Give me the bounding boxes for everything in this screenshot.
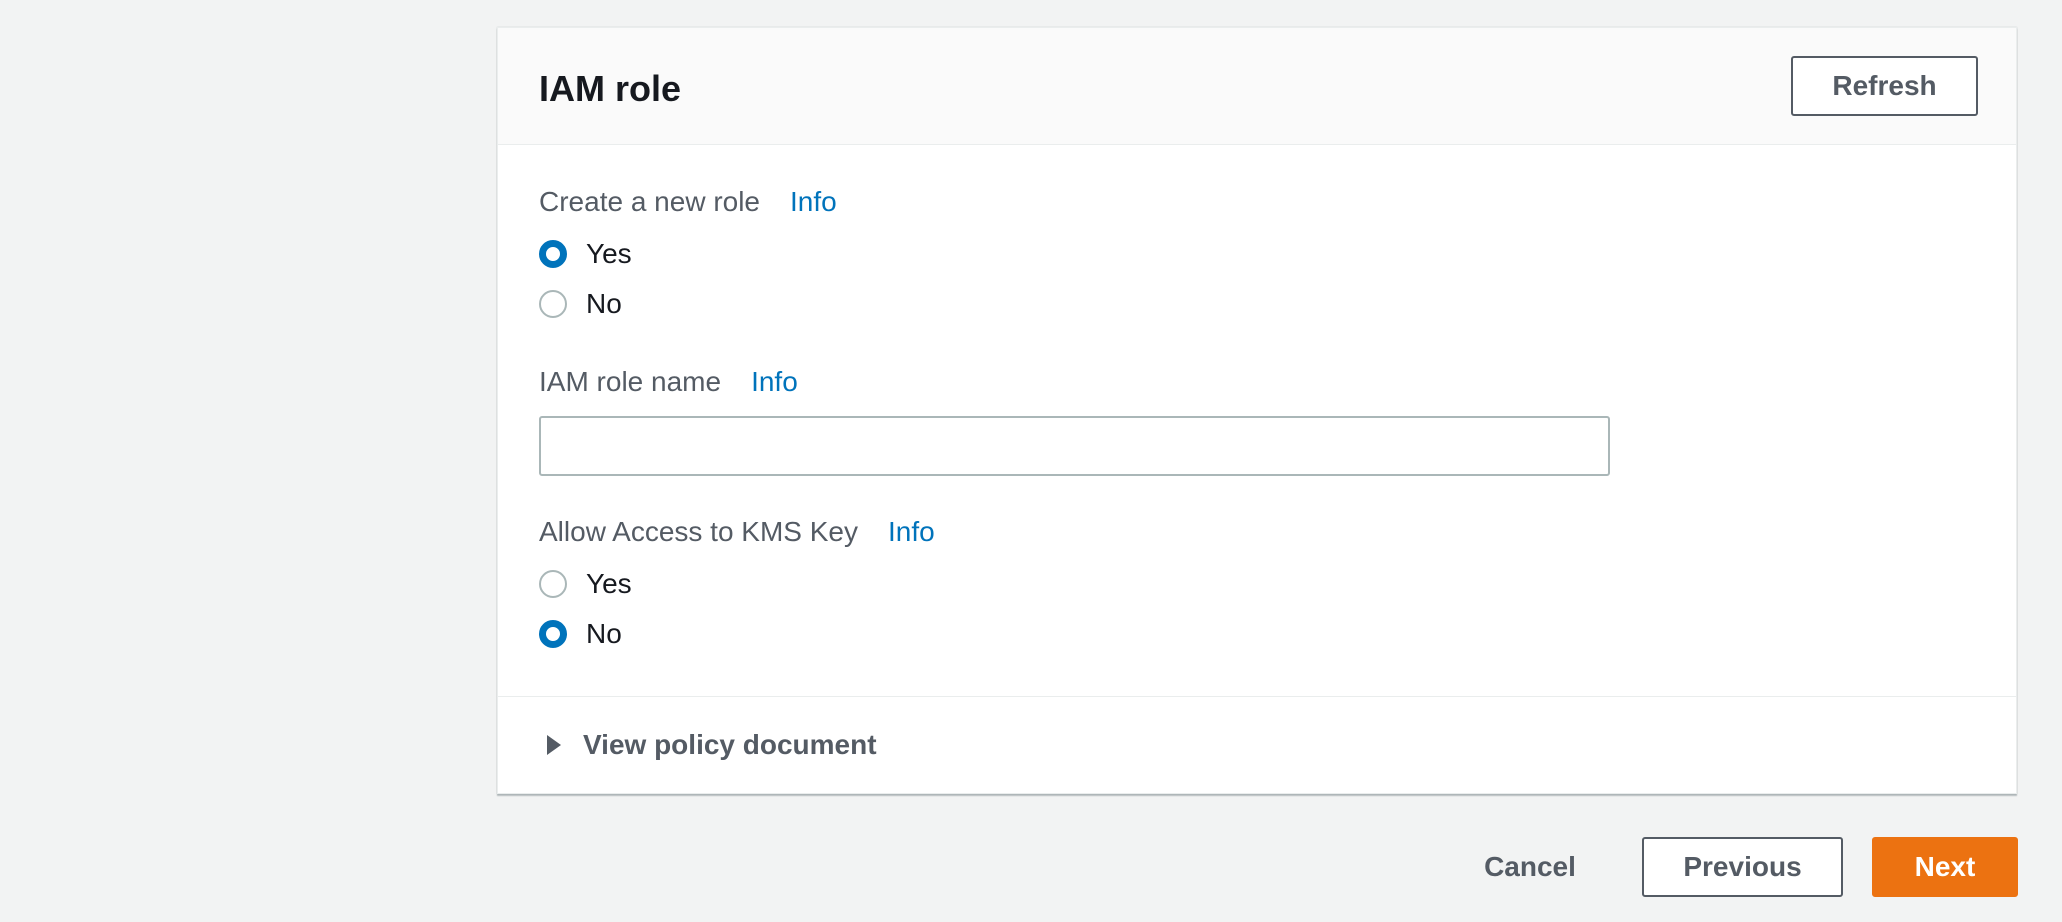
create-role-info-link[interactable]: Info xyxy=(790,186,837,218)
refresh-button[interactable]: Refresh xyxy=(1791,56,1978,116)
iam-role-panel: IAM role Refresh Create a new role Info … xyxy=(497,27,2017,794)
panel-header: IAM role Refresh xyxy=(498,28,2016,145)
kms-access-yes-label: Yes xyxy=(586,568,632,599)
create-role-yes-radio[interactable] xyxy=(539,240,567,268)
kms-access-label: Allow Access to KMS Key xyxy=(539,516,859,547)
kms-access-no-label: No xyxy=(586,618,622,649)
role-name-info-link[interactable]: Info xyxy=(751,366,798,398)
kms-access-yes-radio[interactable] xyxy=(539,570,567,598)
role-name-label: IAM role name xyxy=(539,366,722,397)
role-name-input[interactable] xyxy=(539,416,1610,476)
create-role-yes-label: Yes xyxy=(586,238,632,269)
role-name-label-row: IAM role name Info xyxy=(539,366,798,398)
create-role-label-row: Create a new role Info xyxy=(539,186,837,218)
kms-access-label-row: Allow Access to KMS Key Info xyxy=(539,516,935,548)
view-policy-document-expander[interactable]: View policy document xyxy=(547,729,877,761)
view-policy-document-label: View policy document xyxy=(583,729,877,760)
create-role-yes-option[interactable]: Yes xyxy=(539,238,632,270)
kms-access-info-link[interactable]: Info xyxy=(888,516,935,548)
create-role-no-label: No xyxy=(586,288,622,319)
previous-button[interactable]: Previous xyxy=(1642,837,1843,897)
caret-right-icon xyxy=(547,735,561,755)
panel-footer: View policy document xyxy=(498,696,2016,795)
kms-access-no-option[interactable]: No xyxy=(539,618,622,650)
create-role-no-option[interactable]: No xyxy=(539,288,622,320)
kms-access-yes-option[interactable]: Yes xyxy=(539,568,632,600)
panel-title: IAM role xyxy=(539,68,682,109)
next-button[interactable]: Next xyxy=(1872,837,2018,897)
create-role-no-radio[interactable] xyxy=(539,290,567,318)
kms-access-no-radio[interactable] xyxy=(539,620,567,648)
create-role-label: Create a new role xyxy=(539,186,761,217)
cancel-button[interactable]: Cancel xyxy=(1455,837,1605,897)
